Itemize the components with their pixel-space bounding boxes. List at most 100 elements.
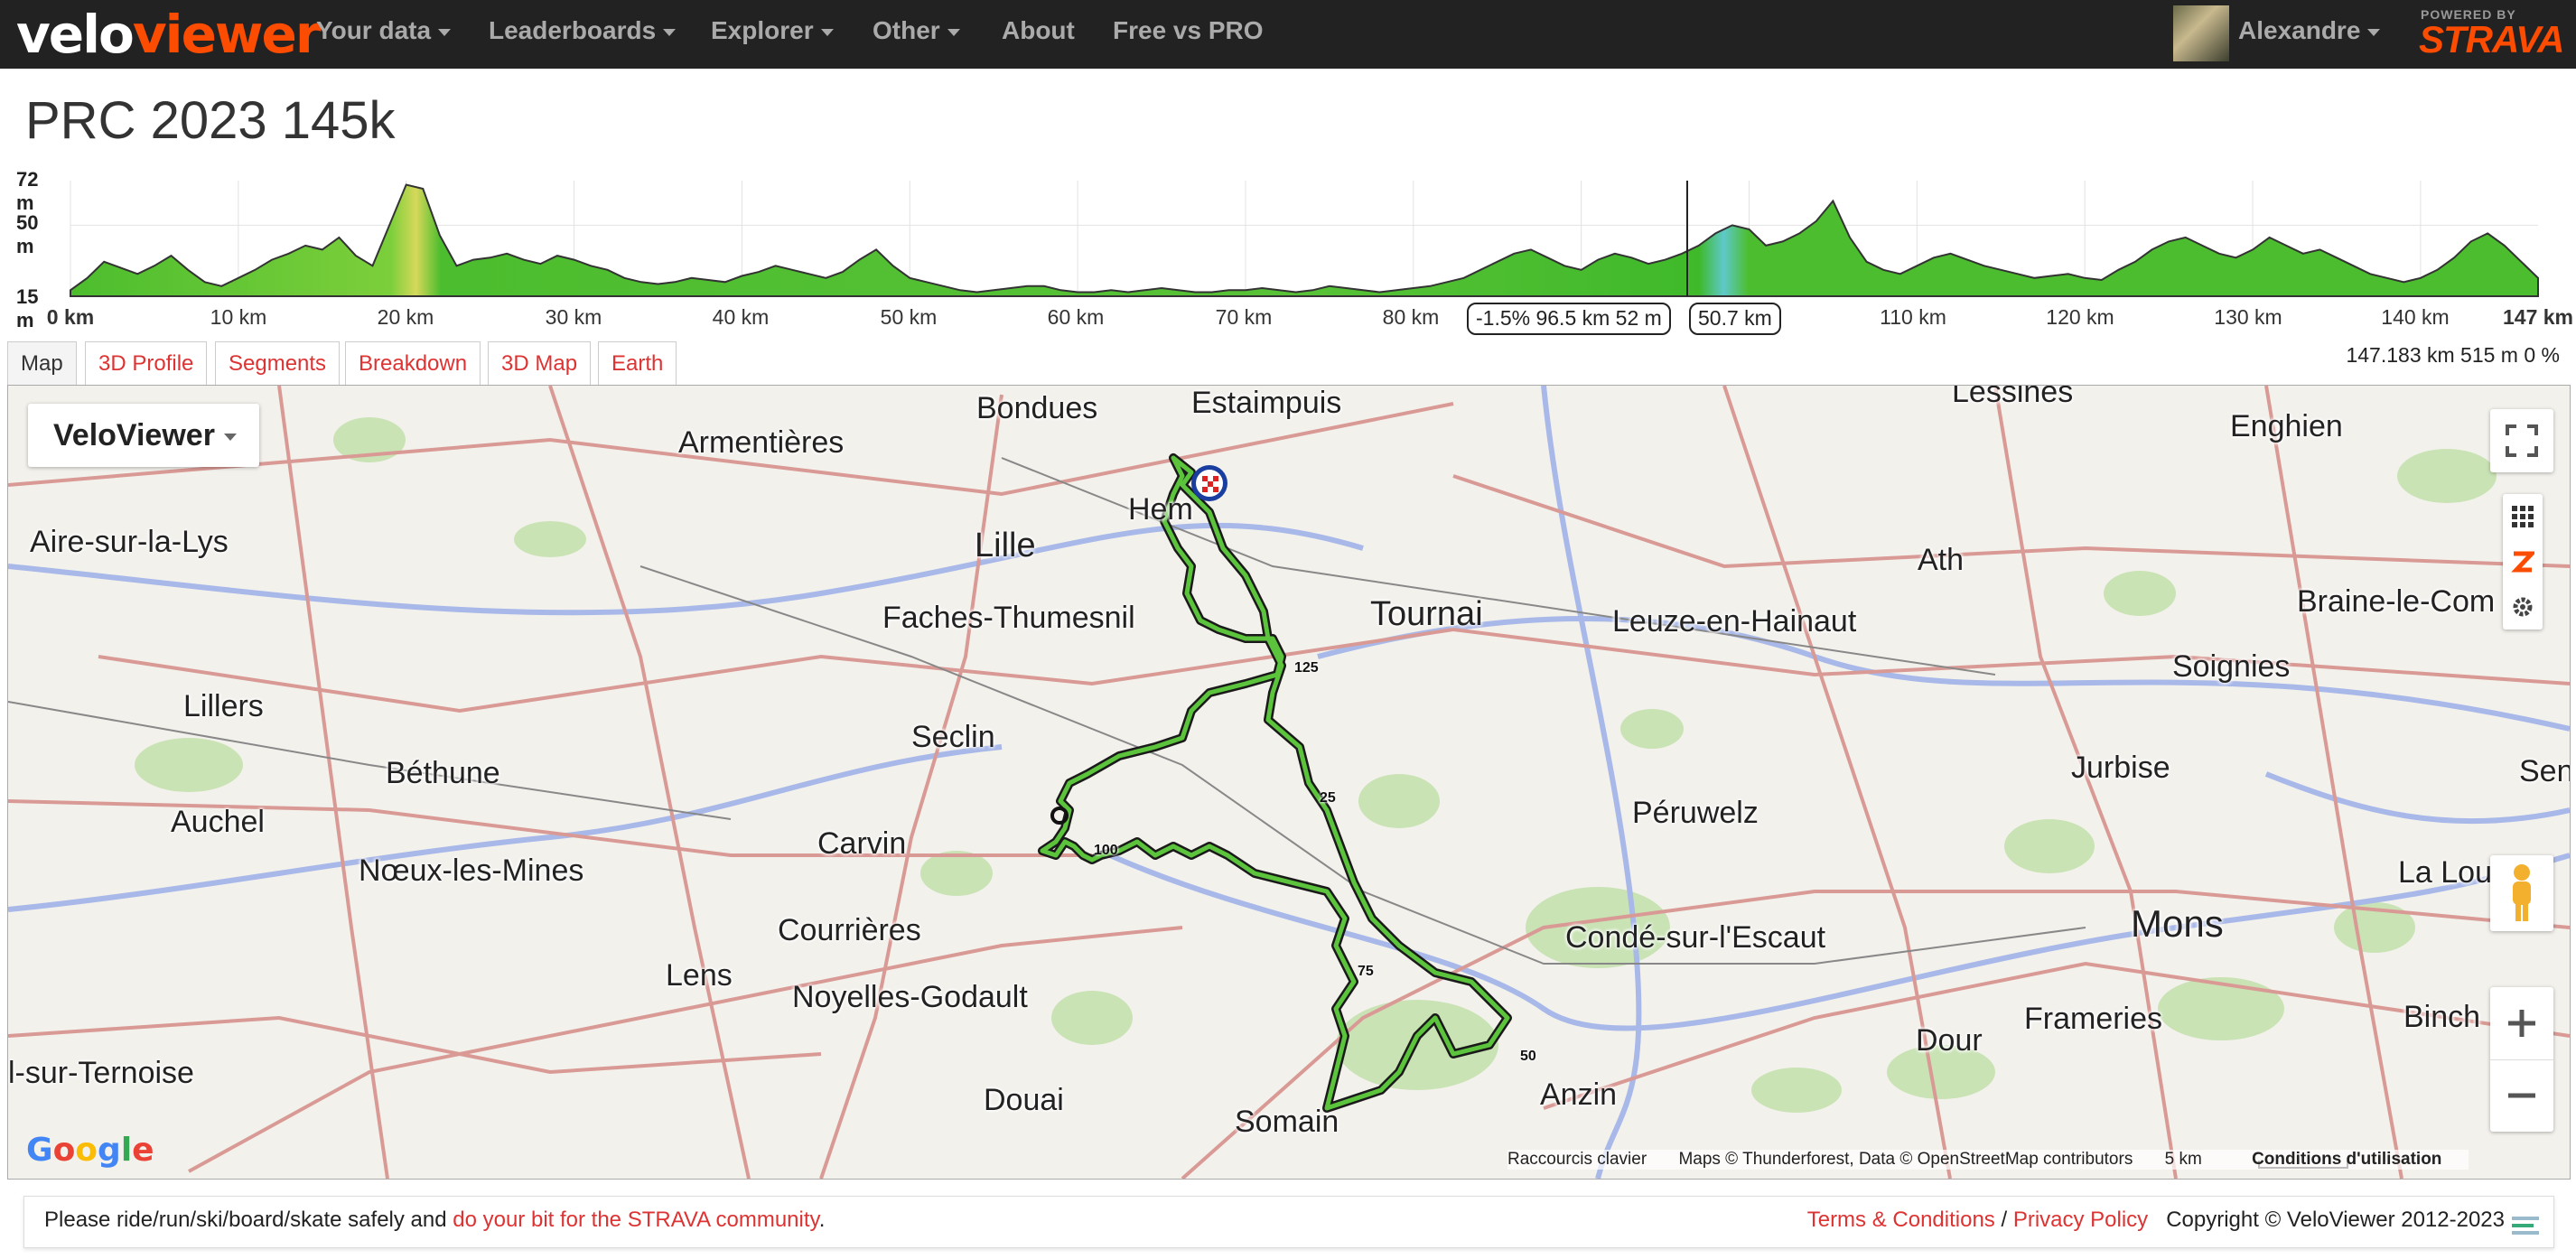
map-type-dropdown[interactable]: VeloViewer [28,404,259,467]
nav-leaderboards[interactable]: Leaderboards [489,16,677,45]
km-marker: 50 [1520,1049,1536,1064]
place-label: Soignies [2172,649,2291,684]
gear-icon[interactable] [2511,595,2534,619]
loading-bars-icon [2512,1217,2539,1235]
place-label: Péruwelz [1632,796,1759,830]
google-logo[interactable]: Google [26,1132,154,1169]
top-nav: veloviewer Your data Leaderboards Explor… [0,0,2576,69]
place-label: Mons [2131,902,2224,945]
place-label: Ath [1918,543,1965,577]
plus-icon [2508,1009,2535,1037]
x-label: 147 km [2502,305,2574,329]
tab-earth[interactable]: Earth [598,341,677,386]
place-label: Braine-le-Com [2297,584,2496,619]
place-label: Faches-Thumesnil [882,601,1135,635]
place-label: Binch [2403,1000,2481,1034]
fullscreen-button[interactable] [2490,409,2553,472]
tab-3d-map[interactable]: 3D Map [488,341,592,386]
place-label: Somain [1235,1105,1339,1139]
place-label: Noyelles-Godault [792,980,1028,1014]
grid-icon[interactable] [2511,505,2534,528]
place-label: Tournai [1370,595,1483,633]
place-label: Dour [1916,1023,1983,1058]
place-label: Auchel [171,805,265,839]
place-label: Lille [975,527,1036,564]
place-label: Nœux-les-Mines [359,853,584,888]
street-view-pegman[interactable] [2490,855,2553,931]
elevation-area [70,183,2539,297]
tab-breakdown[interactable]: Breakdown [345,341,481,386]
route-stats: 147.183 km 515 m 0 % [2346,343,2560,367]
zoom-in-button[interactable] [2490,987,2553,1060]
avatar[interactable] [2173,5,2229,61]
x-label: 120 km [2046,305,2114,329]
km-marker: 125 [1294,660,1319,676]
keyboard-shortcuts-link[interactable]: Raccourcis clavier [1507,1150,1647,1169]
cursor-readout-left: -1.5% 96.5 km 52 m [1467,303,1671,335]
veloviewer-logo[interactable]: veloviewer [16,4,321,65]
zoom-out-button[interactable] [2490,1060,2553,1133]
place-label: Sen [2519,754,2571,788]
place-label: Hem [1128,492,1193,527]
scale-label: 5 km [2164,1150,2202,1169]
nav-your-data[interactable]: Your data [316,16,452,45]
x-label: 30 km [545,305,602,329]
x-label: 10 km [210,305,267,329]
place-label: l-sur-Ternoise [8,1056,194,1090]
cursor-readout-right: 50.7 km [1689,303,1781,335]
tab-map[interactable]: Map [7,341,77,386]
x-label: 20 km [377,305,434,329]
map-attribution: Raccourcis clavier Maps © Thunderforest,… [1507,1150,2469,1170]
x-label: 40 km [712,305,770,329]
pegman-icon [2513,864,2531,921]
nav-about[interactable]: About [1002,16,1075,45]
place-label: Courrières [778,913,921,947]
x-label: 0 km [46,305,95,329]
zoom-controls [2490,987,2553,1132]
place-label: Lillers [183,689,264,723]
x-label: 50 km [880,305,938,329]
copyright: Copyright © VeloViewer 2012-2023 [2166,1208,2505,1232]
place-label: Enghien [2230,409,2343,443]
place-label: La Lou [2398,855,2492,890]
map-copyright: Maps © Thunderforest, Data © OpenStreetM… [1678,1150,2133,1169]
chevron-down-icon [438,28,452,36]
fullscreen-icon [2506,424,2538,457]
place-label: Aire-sur-la-Lys [30,525,229,559]
chevron-down-icon [663,28,677,36]
nav-free-vs-pro[interactable]: Free vs PRO [1113,16,1264,45]
route-map[interactable]: Bondues Estaimpuis Armentières Lille Hem… [7,385,2571,1180]
terms-link[interactable]: Terms & Conditions [1807,1208,1995,1232]
place-label: Douai [984,1083,1064,1117]
place-label: Estaimpuis [1191,386,1342,420]
x-label: 140 km [2381,305,2450,329]
finish-flag-icon[interactable] [1191,465,1227,501]
km-marker: 100 [1094,843,1118,858]
page-title: PRC 2023 145k [25,91,396,150]
footer: Please ride/run/ski/board/skate safely a… [23,1196,2554,1248]
map-tools [2503,494,2543,630]
tab-3d-profile[interactable]: 3D Profile [85,341,208,386]
strava-z-icon[interactable] [2511,550,2534,574]
chevron-down-icon [2367,28,2381,36]
nav-other[interactable]: Other [873,16,960,45]
nav-explorer[interactable]: Explorer [711,16,834,45]
strava-community-link[interactable]: do your bit for the STRAVA community [453,1208,819,1232]
x-label: 110 km [1880,305,1946,329]
chevron-down-icon [223,434,237,442]
elevation-chart[interactable] [0,163,2576,307]
privacy-link[interactable]: Privacy Policy [2013,1208,2148,1232]
km-marker: 25 [1320,790,1336,806]
map-terms-link[interactable]: Conditions d'utilisation [2252,1150,2441,1169]
place-label: Bondues [976,391,1098,425]
minus-icon [2508,1093,2535,1098]
place-label: Lessines [1952,385,2074,409]
user-menu[interactable]: Alexandre [2238,16,2381,45]
km-marker: 75 [1358,964,1374,979]
x-label: 60 km [1047,305,1105,329]
x-label: 130 km [2214,305,2282,329]
place-label: Condé-sur-l'Escaut [1565,920,1826,955]
strava-logo[interactable]: STRAVA [2419,18,2564,61]
tab-segments[interactable]: Segments [215,341,341,386]
place-label: Carvin [817,826,907,861]
